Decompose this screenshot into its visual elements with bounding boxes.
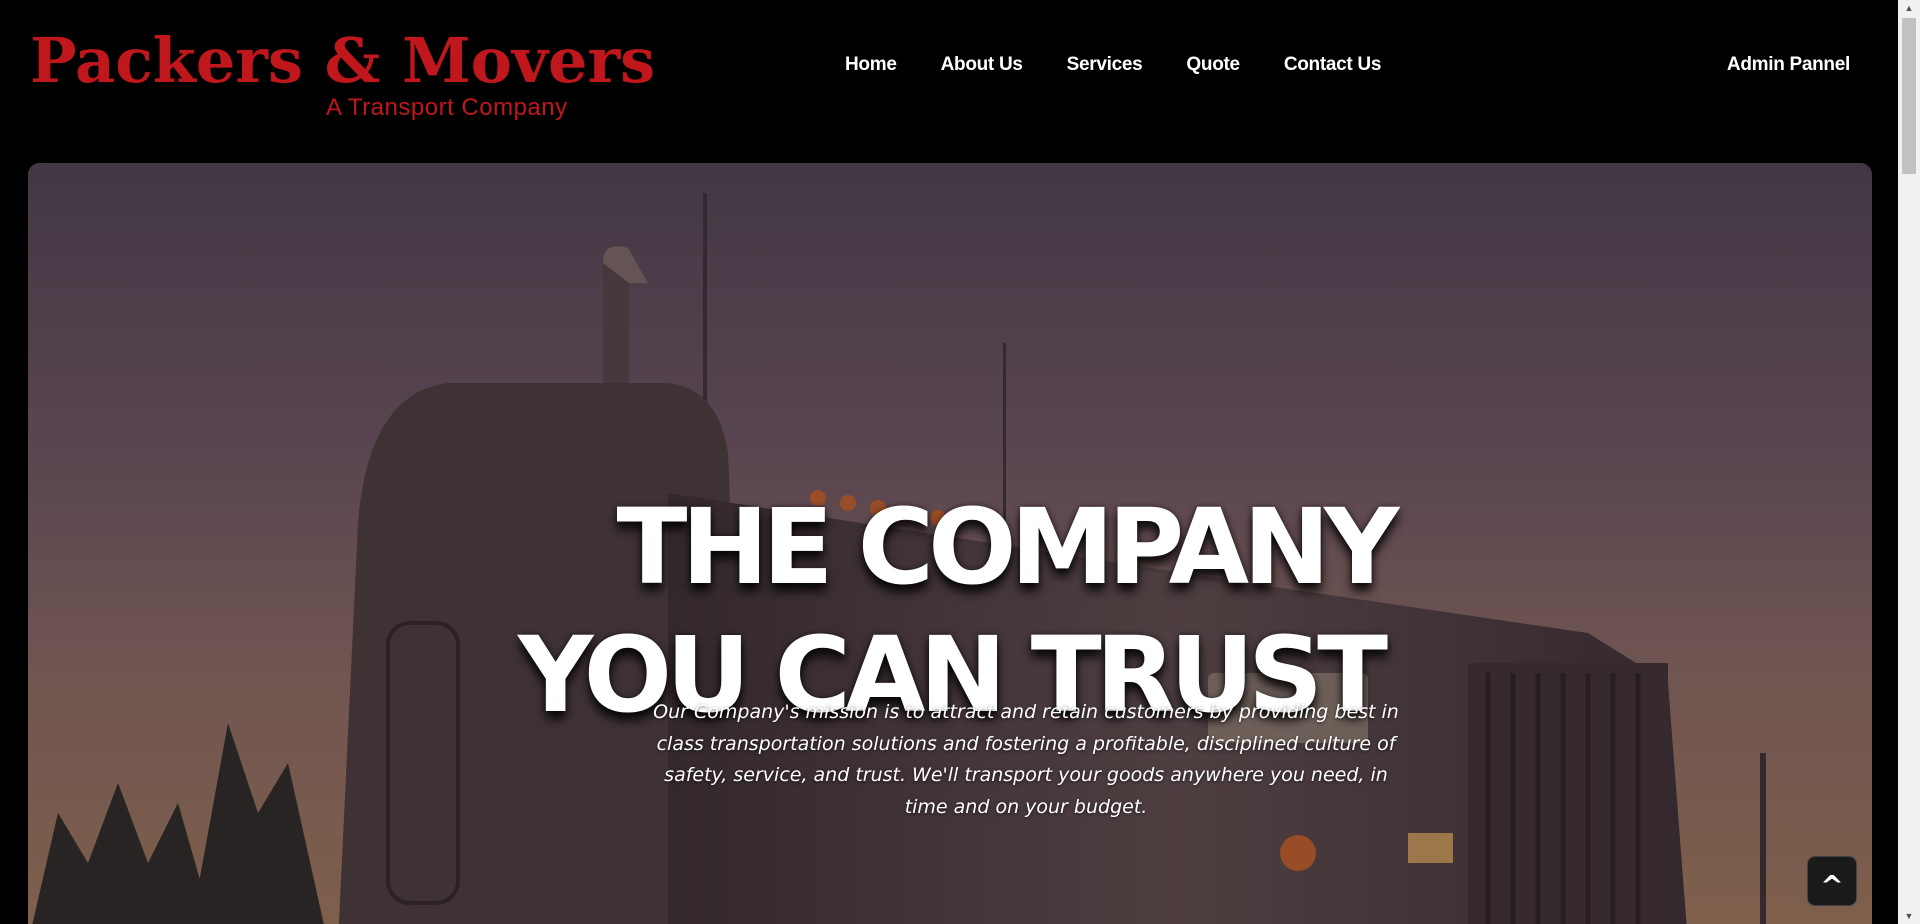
nav-item-services[interactable]: Services [1067,54,1143,76]
admin-panel-link[interactable]: Admin Pannel [1727,54,1850,76]
nav-item-contact-us[interactable]: Contact Us [1284,54,1382,76]
page-scrollbar[interactable]: ▲ ▼ [1898,0,1920,924]
scroll-down-icon[interactable]: ▼ [1898,908,1920,924]
hero-title-line-1: THE COMPANY [616,485,1400,608]
hero-description: Our Company's mission is to attract and … [653,701,1399,818]
logo-subtitle: A Transport Company [326,94,568,121]
scroll-thumb[interactable] [1902,18,1916,174]
nav-item-quote[interactable]: Quote [1186,54,1240,76]
logo-title: Packers & Movers [30,24,656,97]
site-header: Packers & Movers A Transport Company Hom… [0,0,1898,160]
page: Packers & Movers A Transport Company Hom… [0,0,1920,924]
site-logo[interactable]: Packers & Movers A Transport Company [30,28,655,128]
nav-item-about-us[interactable]: About Us [941,54,1023,76]
scroll-up-icon[interactable]: ▲ [1898,0,1920,16]
hero-banner: THE COMPANY YOU CAN TRUST Our Company's … [28,163,1872,924]
nav-item-home[interactable]: Home [845,54,897,76]
back-to-top-button[interactable]: ^ [1807,856,1857,906]
main-nav: Home About Us Services Quote Contact Us [845,54,1425,76]
